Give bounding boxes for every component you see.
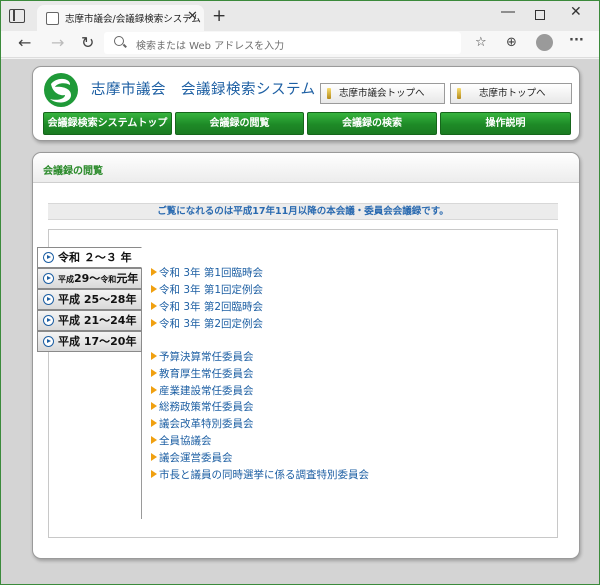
nav-instructions-button[interactable]: 操作説明	[440, 112, 571, 135]
year-tab-label: 平成 21～24年	[58, 314, 137, 327]
bullet-triangle-icon	[151, 469, 157, 478]
nav-search-system-top-button[interactable]: 会議録検索システムトップ	[43, 112, 172, 135]
committee-link[interactable]: 教育厚生常任委員会	[151, 366, 254, 381]
year-tab[interactable]: 平成29～令和元年	[37, 268, 142, 289]
bullet-triangle-icon	[151, 419, 157, 428]
tab-actions-icon[interactable]	[9, 9, 25, 23]
page-favicon-icon	[46, 12, 59, 25]
bullet-triangle-icon	[151, 268, 157, 276]
maximize-icon[interactable]	[535, 10, 545, 20]
address-bar[interactable]: 検索または Web アドレスを入力	[104, 32, 461, 54]
bullet-triangle-icon	[151, 452, 157, 461]
committee-link[interactable]: 予算決算常任委員会	[151, 349, 254, 364]
bullet-triangle-icon	[151, 285, 157, 293]
year-tab-label: 平成 25～28年	[58, 293, 137, 306]
year-tab-label: 令和 ２～３ 年	[58, 251, 132, 264]
link-marker-icon	[457, 88, 461, 99]
profile-avatar[interactable]	[536, 34, 553, 51]
collections-icon[interactable]: ⊕	[506, 35, 517, 50]
circle-arrow-icon	[43, 336, 54, 347]
plenary-session-link[interactable]: 令和 3年 第1回定例会	[151, 282, 263, 297]
plenary-session-link[interactable]: 令和 3年 第2回定例会	[151, 316, 263, 331]
plenary-session-link[interactable]: 令和 3年 第2回臨時会	[151, 299, 263, 314]
close-tab-icon[interactable]: ✕	[187, 9, 198, 24]
page-viewport: 志摩市議会 会議録検索システム 志摩市議会トップへ 志摩市トップへ 会議録検索シ…	[1, 59, 599, 584]
committee-link[interactable]: 市長と議員の同時選挙に係る調査特別委員会	[151, 467, 369, 482]
bullet-triangle-icon	[151, 385, 157, 394]
year-tab-label: 平成29～令和元年	[58, 272, 139, 285]
bullet-triangle-icon	[151, 302, 157, 310]
year-tab[interactable]: 平成 17～20年	[37, 331, 142, 352]
year-tab-label: 平成 17～20年	[58, 335, 137, 348]
site-title: 志摩市議会 会議録検索システム	[91, 82, 316, 98]
city-top-link-label: 志摩市トップへ	[479, 88, 546, 99]
city-top-link[interactable]: 志摩市トップへ	[450, 83, 572, 104]
close-window-icon[interactable]: ✕	[570, 4, 582, 20]
plenary-session-link[interactable]: 令和 3年 第1回臨時会	[151, 265, 263, 280]
favorites-star-icon[interactable]: ☆	[475, 35, 487, 50]
search-icon	[114, 36, 124, 46]
link-marker-icon	[327, 88, 331, 99]
council-top-link-label: 志摩市議会トップへ	[339, 88, 425, 99]
committee-link[interactable]: 総務政策常任委員会	[151, 399, 254, 414]
committee-link[interactable]: 全員協議会	[151, 433, 212, 448]
committee-link[interactable]: 議会改革特別委員会	[151, 416, 254, 431]
circle-arrow-icon	[43, 294, 54, 305]
council-top-link[interactable]: 志摩市議会トップへ	[320, 83, 445, 104]
shima-city-logo-icon[interactable]	[43, 72, 79, 108]
new-tab-icon[interactable]: +	[212, 6, 226, 26]
bullet-triangle-icon	[151, 436, 157, 444]
year-tab[interactable]: 平成 25～28年	[37, 289, 142, 310]
bullet-triangle-icon	[151, 319, 157, 327]
year-tab[interactable]: 平成 21～24年	[37, 310, 142, 331]
site-header: 志摩市議会 会議録検索システム 志摩市議会トップへ 志摩市トップへ 会議録検索シ…	[32, 66, 580, 141]
address-placeholder: 検索または Web アドレスを入力	[136, 41, 285, 52]
bullet-triangle-icon	[151, 368, 157, 377]
content-panel: 会議録の閲覧 ご覧になれるのは平成17年11月以降の本会議・委員会会議録です。	[32, 152, 580, 559]
circle-arrow-icon	[43, 252, 54, 263]
browser-tab[interactable]: 志摩市議会/会議録検索システム ✕	[37, 5, 204, 32]
bullet-triangle-icon	[151, 352, 157, 360]
nav-browse-minutes-button[interactable]: 会議録の閲覧	[175, 112, 304, 135]
reload-icon[interactable]: ↻	[81, 33, 94, 52]
year-tab[interactable]: 令和 ２～３ 年	[37, 247, 142, 268]
tab-strip: 志摩市議会/会議録検索システム ✕ + ― ✕	[1, 1, 599, 32]
bullet-triangle-icon	[151, 402, 157, 411]
nav-search-minutes-button[interactable]: 会議録の検索	[307, 112, 437, 135]
section-title: 会議録の閲覧	[43, 166, 103, 177]
circle-arrow-icon	[43, 315, 54, 326]
committee-link[interactable]: 議会運営委員会	[151, 450, 233, 465]
browser-toolbar: ← → ↻ 検索または Web アドレスを入力 ☆ ⊕ ···	[1, 31, 599, 58]
tab-title: 志摩市議会/会議録検索システム	[65, 14, 201, 25]
more-options-icon[interactable]: ···	[569, 33, 584, 48]
forward-arrow-icon[interactable]: →	[51, 33, 64, 52]
section-title-bar: 会議録の閲覧	[33, 153, 579, 183]
committee-link[interactable]: 産業建設常任委員会	[151, 383, 254, 398]
availability-notice: ご覧になれるのは平成17年11月以降の本会議・委員会会議録です。	[48, 203, 558, 220]
browser-window: 志摩市議会/会議録検索システム ✕ + ― ✕ ← → ↻ 検索または Web …	[0, 0, 600, 585]
circle-arrow-icon	[43, 273, 54, 284]
back-arrow-icon[interactable]: ←	[18, 33, 31, 52]
minimize-icon[interactable]: ―	[501, 4, 515, 20]
